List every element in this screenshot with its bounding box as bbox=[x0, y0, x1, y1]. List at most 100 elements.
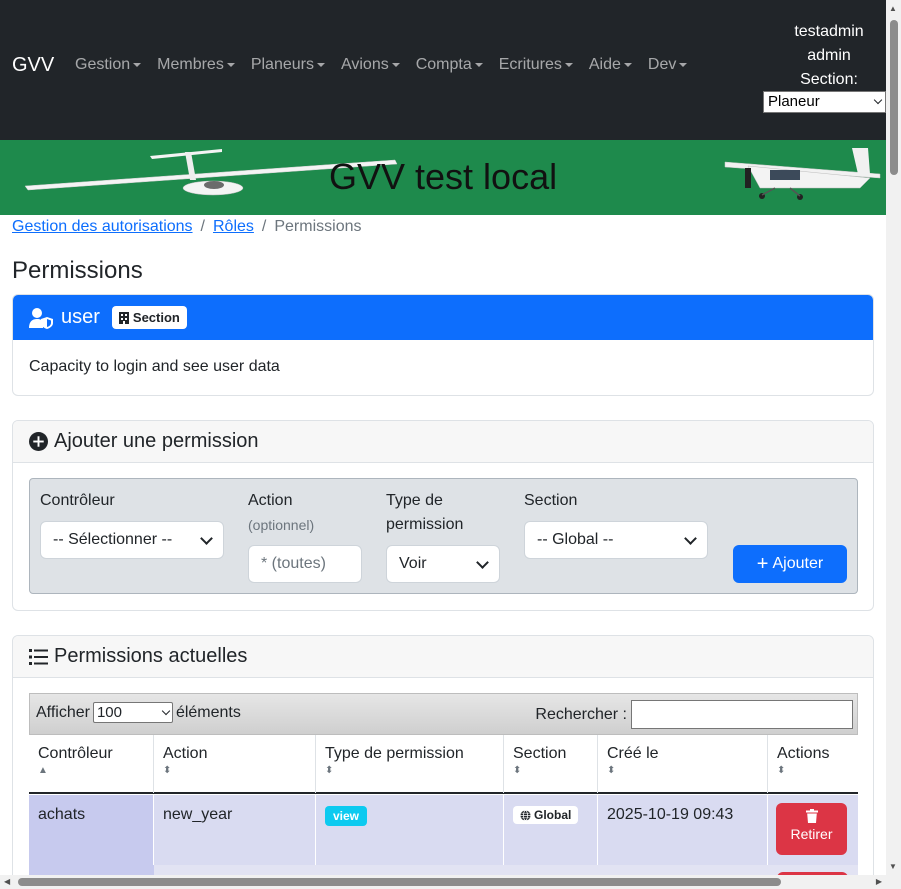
nav-item-ecritures[interactable]: Ecritures bbox=[499, 56, 573, 74]
column-header-type[interactable]: Type de permission ⬍ bbox=[316, 735, 504, 793]
column-label: Contrôleur bbox=[38, 745, 113, 762]
user-info: testadmin admin Section: bbox=[770, 20, 888, 92]
sort-asc-icon: ▲ bbox=[38, 765, 48, 776]
section-field-label: Section bbox=[524, 492, 578, 509]
nav-item-aide[interactable]: Aide bbox=[589, 56, 632, 74]
search-input[interactable] bbox=[631, 700, 853, 729]
cell-type: view bbox=[316, 795, 504, 865]
vertical-scrollbar[interactable]: ▲ ▼ bbox=[886, 0, 901, 889]
role-header: user Section bbox=[13, 295, 873, 340]
sort-icon: ⬍ bbox=[777, 765, 786, 776]
role-description: Capacity to login and see user data bbox=[29, 358, 280, 375]
list-icon bbox=[29, 648, 48, 665]
breadcrumb-link-autorisations[interactable]: Gestion des autorisations bbox=[12, 218, 193, 236]
add-permission-form: Contrôleur -- Sélectionner -- Action (op… bbox=[29, 478, 858, 594]
action-label: Action bbox=[248, 492, 293, 509]
nav-label: Membres bbox=[157, 56, 224, 73]
page-title: Permissions bbox=[12, 257, 143, 284]
section-field-select[interactable]: -- Global -- bbox=[524, 521, 708, 559]
page-length-select[interactable]: 100 bbox=[92, 702, 173, 723]
permission-type-select[interactable]: Voir bbox=[386, 545, 500, 583]
breadcrumb-link-roles[interactable]: Rôles bbox=[213, 218, 254, 236]
remove-permission-button[interactable]: Retirer bbox=[776, 803, 847, 855]
cell-section: Global bbox=[504, 795, 598, 865]
breadcrumb-separator: / bbox=[200, 218, 205, 235]
add-permission-title: Ajouter une permission bbox=[54, 430, 259, 452]
type-label-line1: Type de bbox=[386, 492, 443, 509]
nav-label: Avions bbox=[340, 56, 389, 73]
sort-icon: ⬍ bbox=[607, 765, 616, 776]
caret-down-icon bbox=[226, 63, 235, 67]
scroll-up-arrow-icon[interactable]: ▲ bbox=[889, 4, 897, 13]
table-toolbar: Afficher 100 éléments Rechercher : bbox=[29, 693, 858, 735]
plus-icon: + bbox=[756, 553, 769, 575]
column-label: Section bbox=[513, 745, 567, 762]
nav-label: Gestion bbox=[75, 56, 131, 73]
chevron-down-icon bbox=[476, 555, 489, 569]
action-input[interactable]: * (toutes) bbox=[248, 545, 362, 583]
caret-down-icon bbox=[133, 63, 142, 67]
banner-title: GVV test local bbox=[329, 156, 558, 197]
horizontal-scroll-thumb[interactable] bbox=[18, 878, 781, 886]
scroll-right-arrow-icon[interactable]: ▶ bbox=[876, 877, 882, 886]
role-badge-label: Section bbox=[132, 310, 180, 325]
role-card: user Section Capacity to login and see u… bbox=[12, 294, 874, 396]
section-badge-label: Global bbox=[534, 808, 572, 822]
nav-label: Compta bbox=[415, 56, 472, 73]
table-search: Rechercher : bbox=[535, 700, 853, 729]
sort-icon: ⬍ bbox=[325, 765, 334, 776]
nav-item-dev[interactable]: Dev bbox=[647, 56, 688, 74]
user-shield-icon bbox=[29, 307, 53, 329]
column-header-created[interactable]: Créé le ⬍ bbox=[598, 735, 768, 793]
scroll-left-arrow-icon[interactable]: ◀ bbox=[4, 877, 10, 886]
vertical-scroll-thumb[interactable] bbox=[890, 20, 898, 175]
column-header-section[interactable]: Section ⬍ bbox=[504, 735, 598, 793]
column-label: Créé le bbox=[607, 745, 659, 762]
remove-button-label: Retirer bbox=[790, 826, 833, 842]
role-name: user bbox=[61, 306, 100, 328]
user-role: admin bbox=[807, 47, 851, 64]
controller-select-value: -- Sélectionner -- bbox=[53, 531, 173, 548]
nav-label: Dev bbox=[647, 56, 677, 73]
add-permission-card: Ajouter une permission Contrôleur -- Sél… bbox=[12, 420, 874, 611]
nav-label: Ecritures bbox=[498, 56, 562, 73]
nav-item-planeurs[interactable]: Planeurs bbox=[251, 56, 325, 74]
caret-down-icon bbox=[316, 63, 325, 67]
sort-icon: ⬍ bbox=[513, 765, 522, 776]
cell-actions: Retirer bbox=[768, 795, 858, 865]
brand-link[interactable]: GVV bbox=[12, 54, 54, 77]
scroll-down-arrow-icon[interactable]: ▼ bbox=[889, 862, 897, 871]
nav-item-membres[interactable]: Membres bbox=[157, 56, 235, 74]
column-header-controller[interactable]: Contrôleur ▲ bbox=[29, 735, 154, 793]
breadcrumb-current: Permissions bbox=[274, 218, 362, 235]
type-label-line2: permission bbox=[386, 516, 464, 533]
top-navbar: GVV Gestion Membres Planeurs Avions Comp… bbox=[0, 0, 886, 140]
page-length-value: 100 bbox=[96, 704, 122, 721]
username: testadmin bbox=[794, 23, 864, 40]
current-permissions-header: Permissions actuelles bbox=[13, 636, 873, 678]
trash-icon bbox=[805, 809, 818, 823]
section-badge: Global bbox=[513, 806, 579, 824]
column-label: Type de permission bbox=[325, 745, 464, 762]
caret-down-icon bbox=[623, 63, 632, 67]
building-icon bbox=[118, 311, 129, 324]
nav-item-avions[interactable]: Avions bbox=[341, 56, 400, 74]
nav-label: Planeurs bbox=[250, 56, 314, 73]
add-permission-button[interactable]: + Ajouter bbox=[733, 545, 847, 583]
breadcrumb: Gestion des autorisations / Rôles / Perm… bbox=[12, 218, 362, 236]
nav-item-gestion[interactable]: Gestion bbox=[75, 56, 142, 74]
nav-item-compta[interactable]: Compta bbox=[416, 56, 483, 74]
column-header-actions[interactable]: Actions ⬍ bbox=[768, 735, 858, 793]
caret-down-icon bbox=[679, 63, 688, 67]
section-select[interactable]: Planeur bbox=[763, 91, 886, 113]
role-scope-badge: Section bbox=[111, 306, 187, 329]
breadcrumb-separator: / bbox=[261, 218, 267, 235]
nav-label: Aide bbox=[588, 56, 621, 73]
table-row: achats new_year view Global 2025-10-19 0… bbox=[29, 795, 858, 865]
column-header-action[interactable]: Action ⬍ bbox=[154, 735, 316, 793]
caret-down-icon bbox=[474, 63, 483, 67]
horizontal-scrollbar[interactable]: ◀ ▶ bbox=[0, 875, 886, 889]
page-length-control: Afficher 100 éléments bbox=[36, 702, 241, 723]
controller-select[interactable]: -- Sélectionner -- bbox=[40, 521, 224, 559]
chevron-down-icon bbox=[200, 531, 213, 545]
